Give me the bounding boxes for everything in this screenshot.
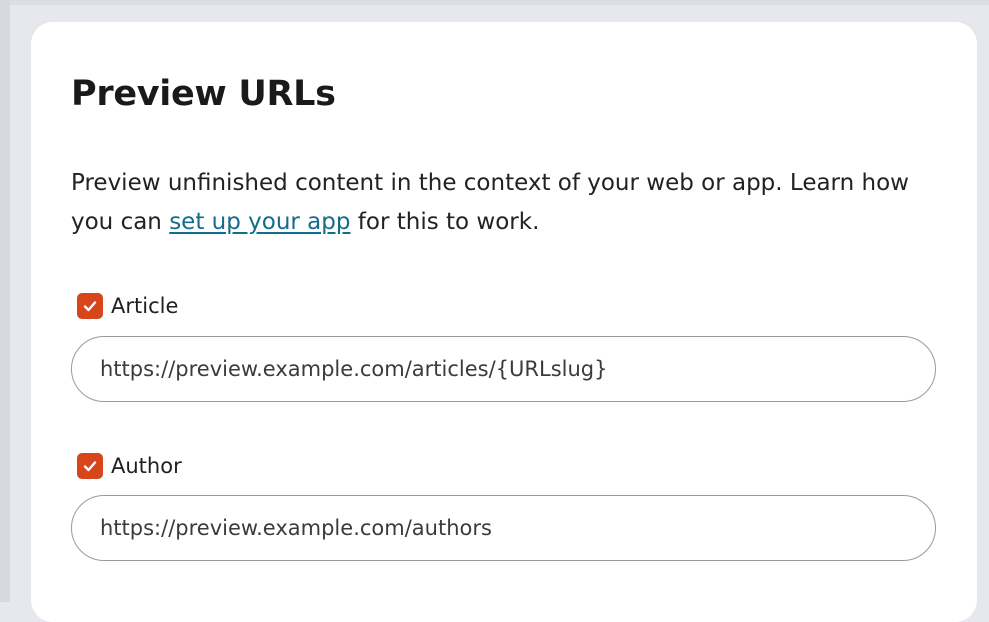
article-checkbox-row[interactable]: Article — [77, 292, 178, 320]
check-icon — [83, 461, 97, 472]
check-icon — [83, 301, 97, 312]
window-left-edge — [0, 0, 10, 602]
page-title: Preview URLs — [71, 74, 336, 114]
author-checkbox-row[interactable]: Author — [77, 452, 182, 480]
window-top-edge — [0, 0, 989, 5]
description: Preview unfinished content in the contex… — [71, 164, 911, 242]
author-checkbox-label: Author — [111, 454, 182, 478]
article-checkbox[interactable] — [77, 293, 103, 319]
author-preview-url-input[interactable] — [71, 495, 936, 561]
description-text-after: for this to work. — [350, 209, 540, 235]
preview-urls-card: Preview URLs Preview unfinished content … — [31, 22, 977, 622]
author-checkbox[interactable] — [77, 453, 103, 479]
article-preview-url-input[interactable] — [71, 336, 936, 402]
set-up-app-link[interactable]: set up your app — [169, 209, 350, 235]
article-checkbox-label: Article — [111, 294, 179, 318]
